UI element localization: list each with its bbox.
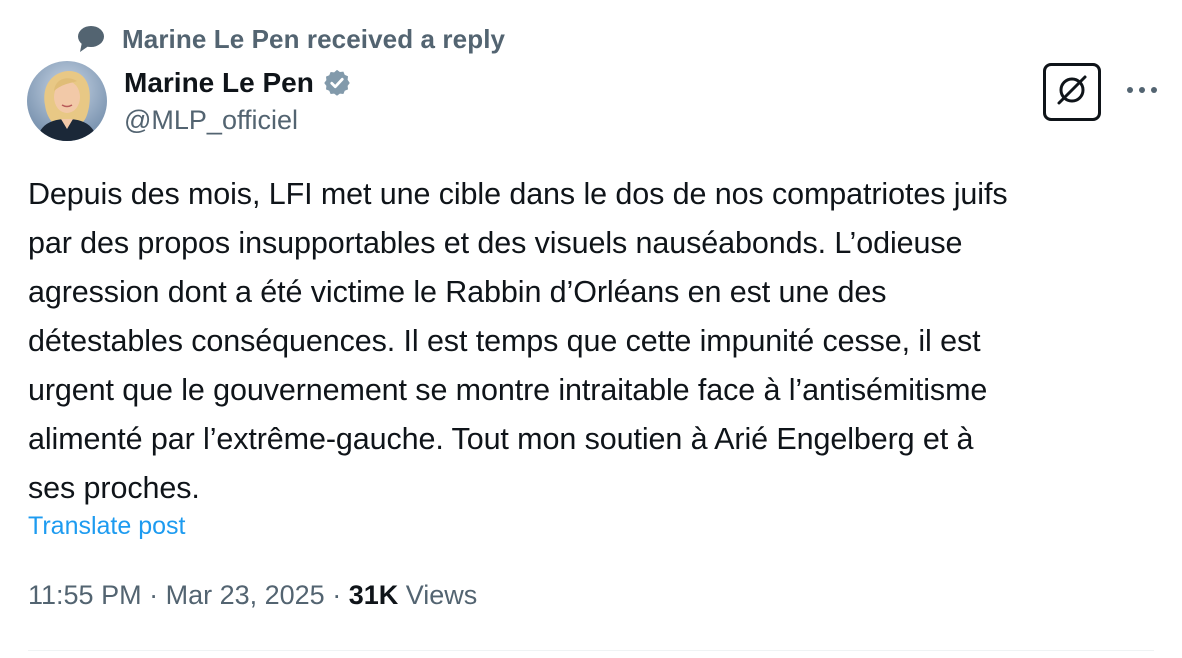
meta-separator: · (324, 580, 349, 610)
speech-bubble-icon (76, 24, 106, 54)
tweet-text: Depuis des mois, LFI met une cible dans … (28, 177, 1008, 505)
name-row: Marine Le Pen (124, 64, 352, 102)
meta-separator: · (141, 580, 166, 610)
social-context: Marine Le Pen received a reply (76, 22, 505, 56)
tweet-time[interactable]: 11:55 PM (28, 580, 142, 611)
social-context-label[interactable]: Marine Le Pen received a reply (122, 24, 505, 55)
more-horizontal-icon (1125, 82, 1159, 100)
author-display-name[interactable]: Marine Le Pen (124, 67, 314, 99)
more-options-button[interactable] (1122, 76, 1162, 106)
divider (28, 650, 1154, 651)
views-count: 31K (348, 580, 399, 610)
grok-button[interactable] (1043, 63, 1101, 121)
tweet-meta: 11:55 PM · Mar 23, 2025 · 31K Views (28, 580, 477, 611)
avatar[interactable] (27, 61, 107, 141)
tweet-date[interactable]: Mar 23, 2025 (166, 580, 325, 611)
author-handle[interactable]: @MLP_officiel (124, 105, 352, 136)
author-block: Marine Le Pen @MLP_officiel (124, 64, 352, 136)
grok-icon (1054, 72, 1090, 113)
translate-post-link[interactable]: Translate post (28, 512, 185, 541)
views-label: Views (398, 580, 478, 610)
verified-badge-icon[interactable] (322, 68, 352, 98)
